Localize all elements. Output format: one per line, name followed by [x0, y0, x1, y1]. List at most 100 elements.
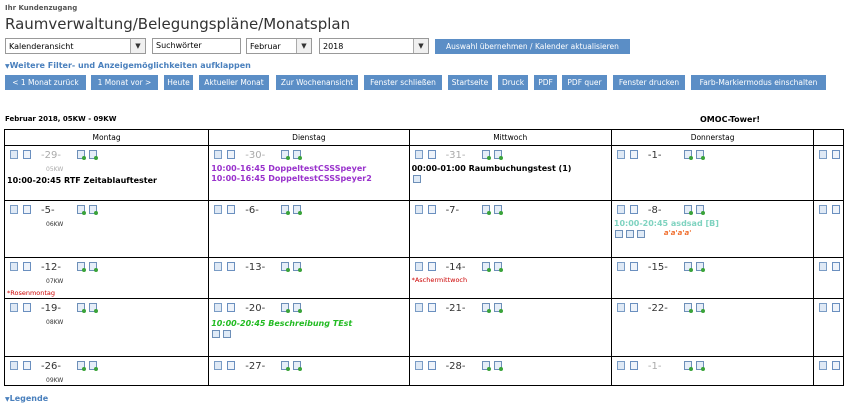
day-cell[interactable]: -15-: [610, 257, 815, 299]
document-icon[interactable]: [227, 205, 236, 214]
calendar-view-icon[interactable]: [10, 303, 18, 312]
document-icon[interactable]: [23, 361, 31, 370]
day-cell[interactable]: -12- 07KW *Rosenmontag: [3, 257, 210, 299]
add-request-icon[interactable]: [695, 361, 705, 371]
calendar-view-icon[interactable]: [414, 262, 423, 271]
booking-entry[interactable]: 10:00-16:45 DoppeltestCSSSpeyer: [211, 164, 366, 173]
document-icon[interactable]: [832, 150, 841, 159]
add-booking-icon[interactable]: [77, 361, 86, 371]
add-booking-icon[interactable]: [281, 150, 291, 160]
day-cell[interactable]: -1-: [610, 356, 815, 386]
day-cell[interactable]: -26- 09KW: [3, 356, 210, 386]
calendar-view-icon[interactable]: [616, 205, 625, 214]
calendar-view-icon[interactable]: [214, 303, 223, 312]
calendar-view-icon[interactable]: [616, 262, 625, 271]
document-icon[interactable]: [227, 361, 236, 370]
document-icon[interactable]: [227, 150, 236, 159]
add-request-icon[interactable]: [493, 262, 503, 272]
add-booking-icon[interactable]: [683, 150, 693, 160]
booking-attribute-icon[interactable]: [614, 230, 623, 238]
booking-entry[interactable]: 00:00-01:00 Raumbuchungstest (1): [412, 164, 572, 173]
calendar-view-icon[interactable]: [819, 361, 828, 370]
day-cell[interactable]: -14- *Aschermittwoch: [408, 257, 612, 299]
booking-entry[interactable]: 10:00-20:45 Beschreibung TEst: [211, 319, 352, 328]
toolbar-button[interactable]: Startseite: [448, 75, 492, 90]
add-booking-icon[interactable]: [281, 262, 291, 272]
add-request-icon[interactable]: [695, 262, 705, 272]
add-booking-icon[interactable]: [683, 205, 693, 215]
toolbar-button[interactable]: Fenster drucken: [613, 75, 685, 90]
document-icon[interactable]: [23, 150, 31, 159]
add-booking-icon[interactable]: [281, 205, 291, 215]
calendar-view-icon[interactable]: [214, 361, 223, 370]
day-cell[interactable]: -19- 08KW: [3, 298, 210, 357]
add-request-icon[interactable]: [695, 150, 705, 160]
add-request-icon[interactable]: [293, 361, 303, 371]
toolbar-button[interactable]: Druck: [498, 75, 528, 90]
toolbar-button[interactable]: Heute: [164, 75, 193, 90]
toolbar-button[interactable]: PDF quer: [562, 75, 607, 90]
day-cell-partial[interactable]: [813, 298, 844, 357]
add-booking-icon[interactable]: [481, 150, 491, 160]
document-icon[interactable]: [227, 262, 236, 271]
document-icon[interactable]: [832, 262, 841, 271]
add-request-icon[interactable]: [293, 205, 303, 215]
calendar-view-icon[interactable]: [414, 205, 423, 214]
view-select[interactable]: Kalenderansicht ▼: [5, 38, 146, 54]
calendar-view-icon[interactable]: [616, 303, 625, 312]
document-icon[interactable]: [427, 361, 436, 370]
add-booking-icon[interactable]: [77, 150, 86, 160]
day-cell[interactable]: -22-: [610, 298, 815, 357]
document-icon[interactable]: [427, 150, 436, 159]
day-cell[interactable]: -1-: [610, 145, 815, 201]
document-icon[interactable]: [427, 205, 436, 214]
add-booking-icon[interactable]: [683, 303, 693, 313]
day-cell[interactable]: -20- 10:00-20:45 Beschreibung TEst: [208, 298, 410, 357]
add-booking-icon[interactable]: [281, 303, 291, 313]
day-cell[interactable]: -7-: [408, 200, 612, 258]
toolbar-button[interactable]: Zur Wochenansicht: [276, 75, 358, 90]
day-cell[interactable]: -30- 10:00-16:45 DoppeltestCSSSpeyer 10:00…: [208, 145, 410, 201]
add-booking-icon[interactable]: [77, 205, 86, 215]
booking-entry[interactable]: 10:00-20:45 RTF Zeitablauftester: [7, 176, 157, 185]
add-booking-icon[interactable]: [77, 303, 86, 313]
toolbar-button[interactable]: Farb-Markiermodus einschalten: [691, 75, 826, 90]
more-filters-link[interactable]: ▼Weitere Filter- und Anzeigemöglichkeite…: [5, 61, 251, 70]
calendar-view-icon[interactable]: [819, 303, 828, 312]
calendar-view-icon[interactable]: [10, 262, 18, 271]
day-cell[interactable]: -29- 05KW 10:00-20:45 RTF Zeitablauftester: [3, 145, 210, 201]
calendar-view-icon[interactable]: [10, 150, 18, 159]
booking-entry[interactable]: 10:00-16:45 DoppeltestCSSSpeyer2: [211, 174, 372, 183]
legend-link[interactable]: ▼Legende: [5, 394, 48, 403]
calendar-view-icon[interactable]: [819, 262, 828, 271]
add-request-icon[interactable]: [493, 205, 503, 215]
document-icon[interactable]: [832, 205, 841, 214]
day-cell[interactable]: -27-: [208, 356, 410, 386]
booking-attribute-icon[interactable]: [625, 230, 634, 238]
day-cell[interactable]: -21-: [408, 298, 612, 357]
booking-attribute-icon[interactable]: [412, 175, 421, 183]
booking-attribute-icon[interactable]: [636, 230, 645, 238]
day-cell-partial[interactable]: [813, 257, 844, 299]
add-booking-icon[interactable]: [77, 262, 86, 272]
day-cell[interactable]: -28-: [408, 356, 612, 386]
add-request-icon[interactable]: [89, 303, 98, 313]
toolbar-button[interactable]: Aktueller Monat: [199, 75, 269, 90]
add-request-icon[interactable]: [293, 150, 303, 160]
toolbar-button[interactable]: PDF: [534, 75, 557, 90]
add-request-icon[interactable]: [493, 150, 503, 160]
add-request-icon[interactable]: [695, 205, 705, 215]
day-cell-partial[interactable]: [813, 200, 844, 258]
document-icon[interactable]: [629, 150, 638, 159]
add-booking-icon[interactable]: [481, 303, 491, 313]
calendar-view-icon[interactable]: [214, 205, 223, 214]
calendar-view-icon[interactable]: [214, 262, 223, 271]
document-icon[interactable]: [629, 361, 638, 370]
add-request-icon[interactable]: [89, 262, 98, 272]
add-request-icon[interactable]: [89, 361, 98, 371]
booking-attribute-icon[interactable]: [223, 330, 232, 338]
add-booking-icon[interactable]: [481, 361, 491, 371]
document-icon[interactable]: [629, 262, 638, 271]
day-cell-partial[interactable]: [813, 145, 844, 201]
toolbar-button[interactable]: < 1 Monat zurück: [5, 75, 86, 90]
